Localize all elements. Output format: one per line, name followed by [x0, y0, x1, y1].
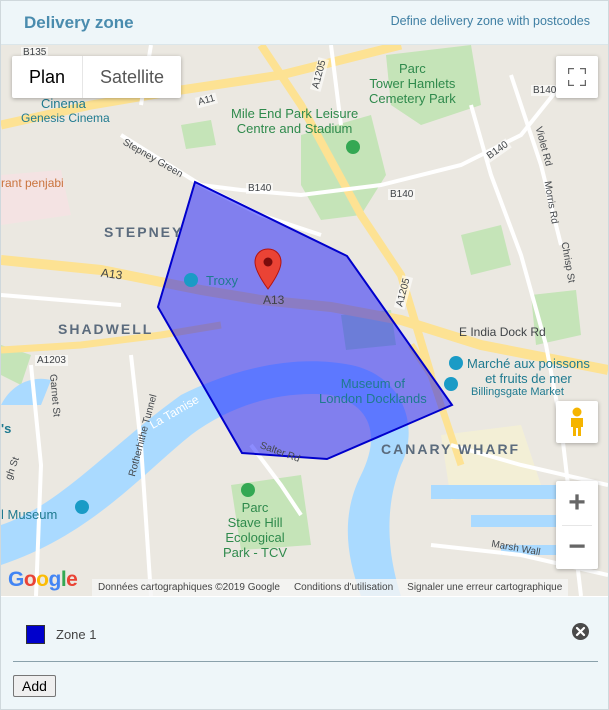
zoom-in-button[interactable]: + — [556, 482, 598, 525]
google-logo[interactable]: Google — [8, 568, 78, 592]
label-l-museum: l Museum — [1, 507, 58, 522]
label-parc-stave-hill: Parc Stave Hill Ecological Park - TCV — [223, 500, 288, 560]
label-museum-docklands: Museum of London Docklands — [319, 376, 427, 406]
label-a13-left: A13 — [100, 265, 124, 283]
label-s-left: 's — [1, 421, 12, 436]
report-error-link[interactable]: Signaler une erreur cartographique — [407, 579, 562, 596]
label-e-india-dock-rd: E India Dock Rd — [459, 325, 546, 339]
location-pin-icon[interactable] — [254, 248, 282, 290]
fullscreen-button[interactable] — [556, 56, 598, 98]
map-type-control: Plan Satellite — [12, 56, 182, 98]
label-stepney: STEPNEY — [104, 224, 184, 240]
street-view-button[interactable] — [556, 401, 598, 443]
museum-left-poi-icon[interactable] — [75, 500, 89, 514]
map-attribution: Données cartographiques ©2019 Google Con… — [92, 579, 569, 596]
label-mile-end-park: Mile End Park Leisure Centre and Stadium — [231, 106, 359, 136]
label-b140-top: B140 — [246, 183, 274, 194]
troxy-poi-icon[interactable] — [184, 273, 198, 287]
label-a1203: A1203 — [35, 355, 68, 366]
label-canary-wharf: CANARY WHARF — [381, 441, 521, 457]
terms-link[interactable]: Conditions d'utilisation — [294, 579, 393, 596]
panel-header: Delivery zone Define delivery zone with … — [1, 1, 608, 45]
label-troxy: Troxy — [206, 273, 239, 288]
museum-poi-icon[interactable] — [444, 377, 458, 391]
zoom-out-button[interactable]: − — [556, 526, 598, 569]
label-restaurant: rant penjabi — [1, 176, 64, 190]
label-parc-tower-hamlets: Parc Tower Hamlets Cemetery Park — [369, 61, 456, 106]
close-icon — [575, 626, 586, 637]
define-postcodes-link[interactable]: Define delivery zone with postcodes — [391, 14, 590, 28]
add-zone-button[interactable]: Add — [13, 675, 56, 697]
zone-color-swatch[interactable] — [26, 625, 45, 644]
map-type-plan-button[interactable]: Plan — [12, 56, 82, 98]
label-genesis-cinema: Genesis Cinema — [21, 111, 110, 125]
park-poi-icon[interactable] — [346, 140, 360, 154]
label-cinema: Cinema — [41, 96, 86, 111]
map-type-satellite-button[interactable]: Satellite — [83, 56, 181, 98]
pegman-icon — [571, 407, 583, 436]
label-b140-mid: B140 — [388, 189, 416, 200]
delivery-zone-panel: Delivery zone Define delivery zone with … — [0, 0, 609, 710]
label-billingsgate: Billingsgate Market — [471, 386, 564, 398]
label-marche: Marché aux poissons et fruits de mer — [467, 356, 590, 386]
market-poi-icon[interactable] — [449, 356, 463, 370]
stave-hill-poi-icon[interactable] — [241, 483, 255, 497]
remove-zone-button[interactable] — [572, 623, 589, 640]
zone-row: Zone 1 — [13, 611, 598, 662]
zone-list: Zone 1 Add — [1, 597, 608, 709]
zoom-control: + − — [556, 481, 598, 569]
label-a13-center: A13 — [263, 293, 285, 307]
label-b140-far: B140 — [531, 85, 559, 96]
zone-name: Zone 1 — [56, 627, 97, 642]
label-shadwell: SHADWELL — [58, 321, 154, 337]
map-data-credit: Données cartographiques ©2019 Google — [98, 582, 280, 593]
panel-title: Delivery zone — [24, 13, 134, 32]
fullscreen-icon — [568, 68, 586, 86]
map[interactable]: Parc Tower Hamlets Cemetery Park Mile En… — [1, 45, 608, 596]
